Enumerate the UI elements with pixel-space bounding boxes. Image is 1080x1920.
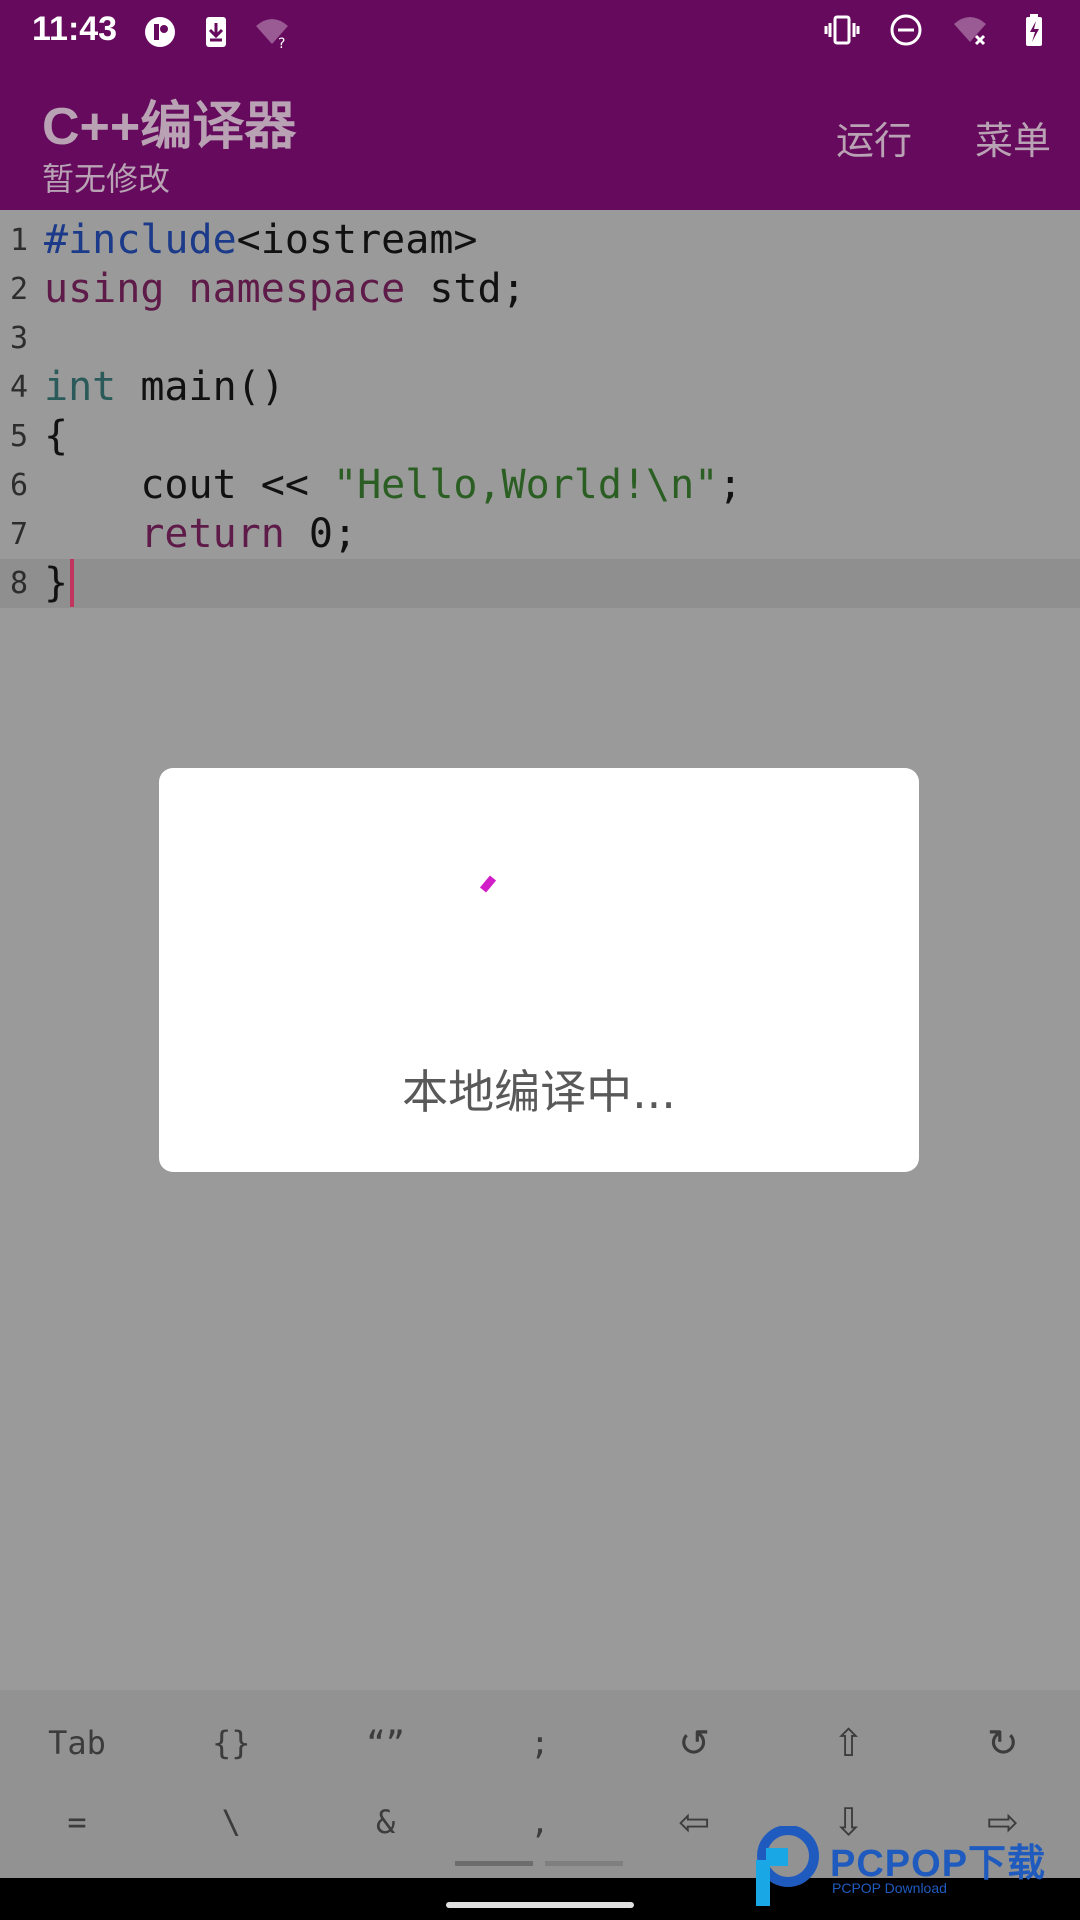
code-line[interactable]: 5{ xyxy=(0,412,1080,461)
code-line[interactable]: 3 xyxy=(0,314,1080,363)
code-token: using xyxy=(44,266,165,312)
code-line[interactable]: 7 return 0; xyxy=(0,510,1080,559)
run-button[interactable]: 运行 xyxy=(836,110,912,165)
menu-button[interactable]: 菜单 xyxy=(975,110,1051,165)
extra-key[interactable]: , xyxy=(463,1787,617,1857)
line-number: 7 xyxy=(10,517,29,552)
code-token: { xyxy=(44,413,69,459)
code-token: "Hello,World!\n" xyxy=(332,462,719,508)
code-token: namespace xyxy=(188,266,406,312)
line-number: 3 xyxy=(10,321,29,356)
pcpop-logo-icon xyxy=(756,1826,819,1906)
code-text[interactable]: cout << "Hello,World!\n"; xyxy=(44,461,742,510)
code-token: } xyxy=(44,560,69,606)
code-text[interactable]: using namespace std; xyxy=(44,265,526,314)
extra-key[interactable]: & xyxy=(309,1787,463,1857)
code-line[interactable]: 4 int main() xyxy=(0,363,1080,412)
watermark: PCPOP下载 PCPOP Download xyxy=(752,1826,1072,1908)
line-number: 2 xyxy=(10,272,29,307)
line-number: 5 xyxy=(10,419,29,454)
watermark-subtext: PCPOP Download xyxy=(832,1880,947,1896)
status-bar: 11:43 ? xyxy=(0,0,1080,62)
home-handle[interactable] xyxy=(446,1902,634,1908)
code-token: ; xyxy=(718,462,743,508)
extra-key[interactable]: {} xyxy=(154,1708,308,1778)
page-indicator-active xyxy=(455,1861,533,1866)
text-cursor xyxy=(70,559,75,607)
loading-spinner-icon xyxy=(479,875,497,893)
app-bar: C++编译器 暂无修改 运行 菜单 xyxy=(0,62,1080,210)
code-line[interactable]: 2 using namespace std; xyxy=(0,265,1080,314)
status-right-icons xyxy=(824,12,1052,48)
code-line[interactable]: 8} xyxy=(0,559,1080,608)
line-number: 8 xyxy=(10,566,29,601)
code-token: return xyxy=(140,511,285,557)
code-token: #include xyxy=(44,217,237,263)
code-token: main() xyxy=(116,364,285,410)
code-text[interactable]: #include<iostream> xyxy=(44,216,477,265)
extra-key[interactable]: ↻ xyxy=(926,1708,1080,1778)
svg-text:?: ? xyxy=(278,36,285,50)
extra-key[interactable]: ↺ xyxy=(617,1708,771,1778)
compiling-message: 本地编译中... xyxy=(402,1065,676,1119)
download-icon xyxy=(206,17,226,47)
code-line[interactable]: 1 #include<iostream> xyxy=(0,216,1080,265)
extra-key[interactable]: ⇦ xyxy=(617,1787,771,1857)
extra-key[interactable]: Tab xyxy=(0,1708,154,1778)
page-indicators xyxy=(455,1861,623,1866)
code-token: std; xyxy=(405,266,526,312)
code-line[interactable]: 6 cout << "Hello,World!\n"; xyxy=(0,461,1080,510)
line-number: 4 xyxy=(10,370,29,405)
status-left-icons: ? xyxy=(142,14,290,50)
extra-key[interactable]: = xyxy=(0,1787,154,1857)
battery-charging-icon xyxy=(1026,14,1042,46)
status-time: 11:43 xyxy=(32,10,118,48)
extra-key[interactable]: ; xyxy=(463,1708,617,1778)
code-token: cout << xyxy=(44,462,333,508)
compiling-dialog: 本地编译中... xyxy=(159,768,919,1172)
code-token: <iostream> xyxy=(236,217,478,263)
extra-key[interactable]: ⇧ xyxy=(772,1708,926,1778)
vibrate-icon xyxy=(824,15,860,45)
code-text[interactable]: return 0; xyxy=(44,510,357,559)
code-text[interactable]: } xyxy=(44,559,75,608)
code-text[interactable]: { xyxy=(44,412,68,461)
code-token: int xyxy=(44,364,117,410)
app-title: C++编译器 xyxy=(42,98,297,156)
extra-key[interactable]: \ xyxy=(154,1787,308,1857)
app-subtitle: 暂无修改 xyxy=(42,160,171,198)
extra-key[interactable]: “” xyxy=(309,1708,463,1778)
page-indicator xyxy=(545,1861,623,1866)
line-number: 6 xyxy=(10,468,29,503)
code-token: 0; xyxy=(284,511,358,557)
app-notification-icon xyxy=(145,17,175,47)
wifi-off-icon xyxy=(954,17,986,46)
do-not-disturb-icon xyxy=(890,14,922,46)
line-number: 1 xyxy=(10,223,29,258)
code-text[interactable]: int main() xyxy=(44,363,285,412)
watermark-brand: PCPOP下载 xyxy=(830,1843,1047,1885)
wifi-question-icon: ? xyxy=(256,19,288,50)
